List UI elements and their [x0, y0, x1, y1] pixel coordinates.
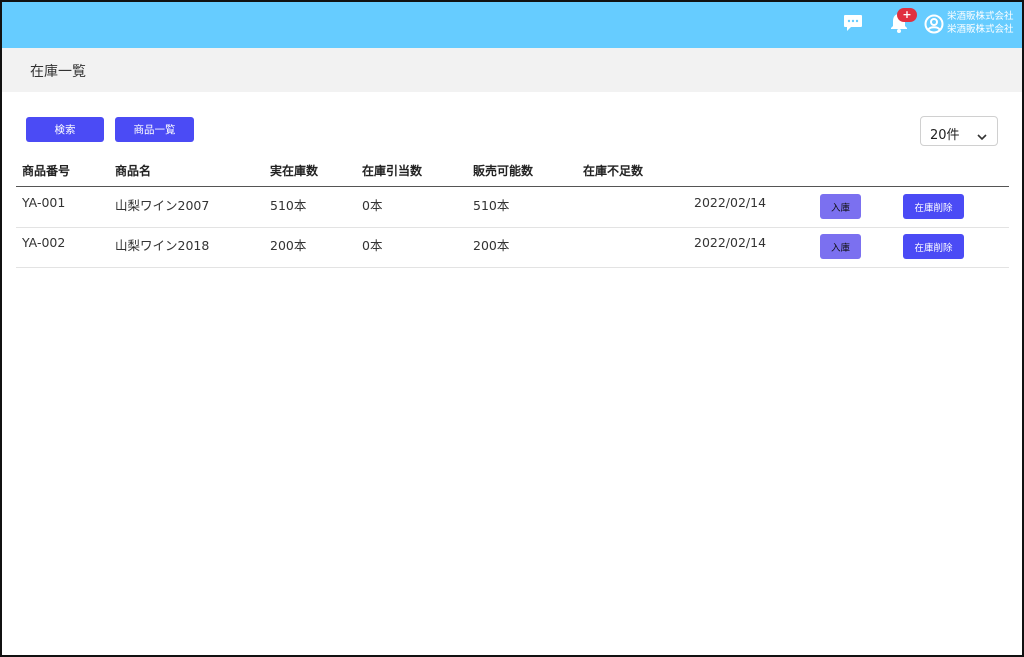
- user-info[interactable]: 栄酒販株式会社 栄酒販株式会社: [947, 10, 1014, 36]
- search-button[interactable]: 検索: [26, 117, 104, 142]
- app-frame: [0, 0, 1024, 657]
- table-row: YA-001 山梨ワイン2007 510本 0本 510本 2022/02/14…: [16, 187, 1009, 228]
- page-title: 在庫一覧: [30, 64, 86, 80]
- delete-stock-button[interactable]: 在庫削除: [903, 234, 964, 259]
- page-header: 在庫一覧: [2, 48, 1022, 92]
- user-line-2: 栄酒販株式会社: [947, 24, 1014, 35]
- notification-badge: +: [897, 8, 917, 22]
- cell-date: 2022/02/14: [694, 195, 767, 210]
- column-header-actual-stock: 実在庫数: [270, 164, 319, 178]
- account-circle-icon[interactable]: [924, 14, 944, 34]
- stock-in-button[interactable]: 入庫: [820, 194, 861, 219]
- delete-stock-button[interactable]: 在庫削除: [903, 194, 964, 219]
- cell-date: 2022/02/14: [694, 235, 767, 250]
- cell-name: 山梨ワイン2007: [115, 198, 210, 213]
- cell-code: YA-001: [22, 195, 66, 210]
- page-size-select[interactable]: 20件: [920, 116, 998, 146]
- chat-icon[interactable]: [842, 12, 864, 34]
- cell-actual-stock: 510本: [270, 198, 307, 213]
- stock-in-button[interactable]: 入庫: [820, 234, 861, 259]
- top-bar: [2, 2, 1022, 48]
- cell-name: 山梨ワイン2018: [115, 238, 210, 253]
- column-header-available: 販売可能数: [473, 164, 534, 178]
- column-header-shortage: 在庫不足数: [583, 164, 644, 178]
- product-list-button[interactable]: 商品一覧: [115, 117, 194, 142]
- chevron-down-icon: [976, 127, 988, 141]
- page-size-value: 20件: [930, 128, 960, 143]
- cell-code: YA-002: [22, 235, 66, 250]
- column-header-code: 商品番号: [22, 164, 71, 178]
- cell-allocated: 0本: [362, 198, 383, 213]
- cell-available: 200本: [473, 238, 510, 253]
- user-line-1: 栄酒販株式会社: [947, 11, 1014, 22]
- column-header-name: 商品名: [115, 164, 152, 178]
- cell-actual-stock: 200本: [270, 238, 307, 253]
- cell-allocated: 0本: [362, 238, 383, 253]
- column-header-allocated: 在庫引当数: [362, 164, 423, 178]
- table-header: 商品番号 商品名 実在庫数 在庫引当数 販売可能数 在庫不足数: [16, 160, 1009, 187]
- cell-available: 510本: [473, 198, 510, 213]
- table-row: YA-002 山梨ワイン2018 200本 0本 200本 2022/02/14…: [16, 227, 1009, 268]
